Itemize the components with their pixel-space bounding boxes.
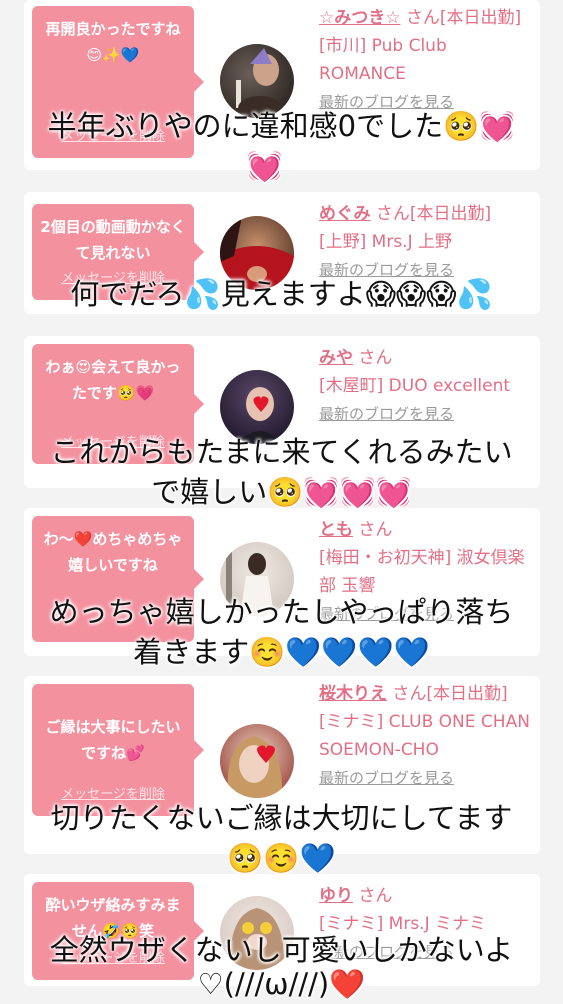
overlay-caption: 切りたくないご縁は大切にしてます	[50, 801, 513, 835]
cast-status: さん	[358, 348, 393, 368]
cast-name-link[interactable]: みや	[319, 348, 353, 368]
overlay-caption: 🥺☺️💙	[227, 841, 336, 875]
message-bubble: ご縁は大事にしたいですね💕 メッセージを削除	[32, 684, 204, 816]
cast-status: さん	[358, 520, 393, 540]
overlay-caption: ♡(///ω///)❤️	[197, 967, 366, 1001]
cast-info: みや さん [木屋町] DUO excellent 最新のブログを見る	[319, 344, 534, 428]
cast-name-link[interactable]: とも	[319, 520, 353, 540]
shop-link[interactable]: [上野] Mrs.J 上野	[319, 232, 452, 252]
cast-info: 桜木りえ さん[本日出勤] [ミナミ] CLUB ONE CHAN SOEMON…	[319, 680, 534, 792]
overlay-caption: で嬉しい🥺💓💓💓	[151, 475, 412, 509]
latest-blog-link[interactable]: 最新のブログを見る	[319, 769, 454, 787]
cast-status: さん[本日出勤]	[375, 204, 492, 224]
woman-selfie-heart-icon	[227, 736, 283, 798]
cast-info: ☆みつき☆ さん[本日出勤] [市川] Pub Club ROMANCE 最新の…	[319, 4, 534, 116]
overlay-caption: 着きます☺️💙💙💙💙	[133, 635, 430, 669]
message-text: ご縁は大事にしたいですね💕	[45, 718, 181, 762]
cast-status: さん[本日出勤]	[405, 8, 522, 28]
cast-name-link[interactable]: めぐみ	[319, 204, 371, 224]
cast-info: めぐみ さん[本日出勤] [上野] Mrs.J 上野 最新のブログを見る	[319, 200, 534, 284]
shop-link[interactable]: [梅田・お初天神] 淑女倶楽部 玉響	[319, 548, 525, 596]
message-text: わぁ😍会えて良かったです🥺💗	[45, 358, 181, 402]
overlay-caption: 何でだろ💦見えますよ😱😱😱💦	[70, 277, 493, 311]
overlay-caption: これからもたまに来てくれるみたい	[50, 435, 513, 469]
message-text: わ〜❤️めちゃめちゃ嬉しいですね	[43, 530, 183, 574]
shop-link[interactable]: [市川] Pub Club ROMANCE	[319, 36, 447, 84]
shop-link[interactable]: [木屋町] DUO excellent	[319, 376, 510, 396]
message-text: 再開良かったですね😊✨💙	[45, 20, 181, 64]
avatar[interactable]	[220, 724, 294, 798]
message-text: 2個目の動画動かなくて見れない	[40, 218, 186, 262]
latest-blog-link[interactable]: 最新のブログを見る	[319, 405, 454, 423]
cast-status: さん	[358, 886, 393, 906]
overlay-caption: 半年ぶりやのに違和感0でした🥺💓	[47, 109, 516, 143]
overlay-caption: 💓	[246, 149, 283, 183]
cast-name-link[interactable]: ゆり	[319, 886, 353, 906]
shop-link[interactable]: [ミナミ] CLUB ONE CHAN SOEMON-CHO	[319, 712, 530, 760]
cast-name-link[interactable]: 桜木りえ	[319, 684, 387, 704]
cast-status: さん[本日出勤]	[392, 684, 508, 704]
cast-name-link[interactable]: ☆みつき☆	[319, 8, 400, 28]
overlay-caption: めっちゃ嬉しかったしやっぱり落ち	[49, 595, 514, 629]
